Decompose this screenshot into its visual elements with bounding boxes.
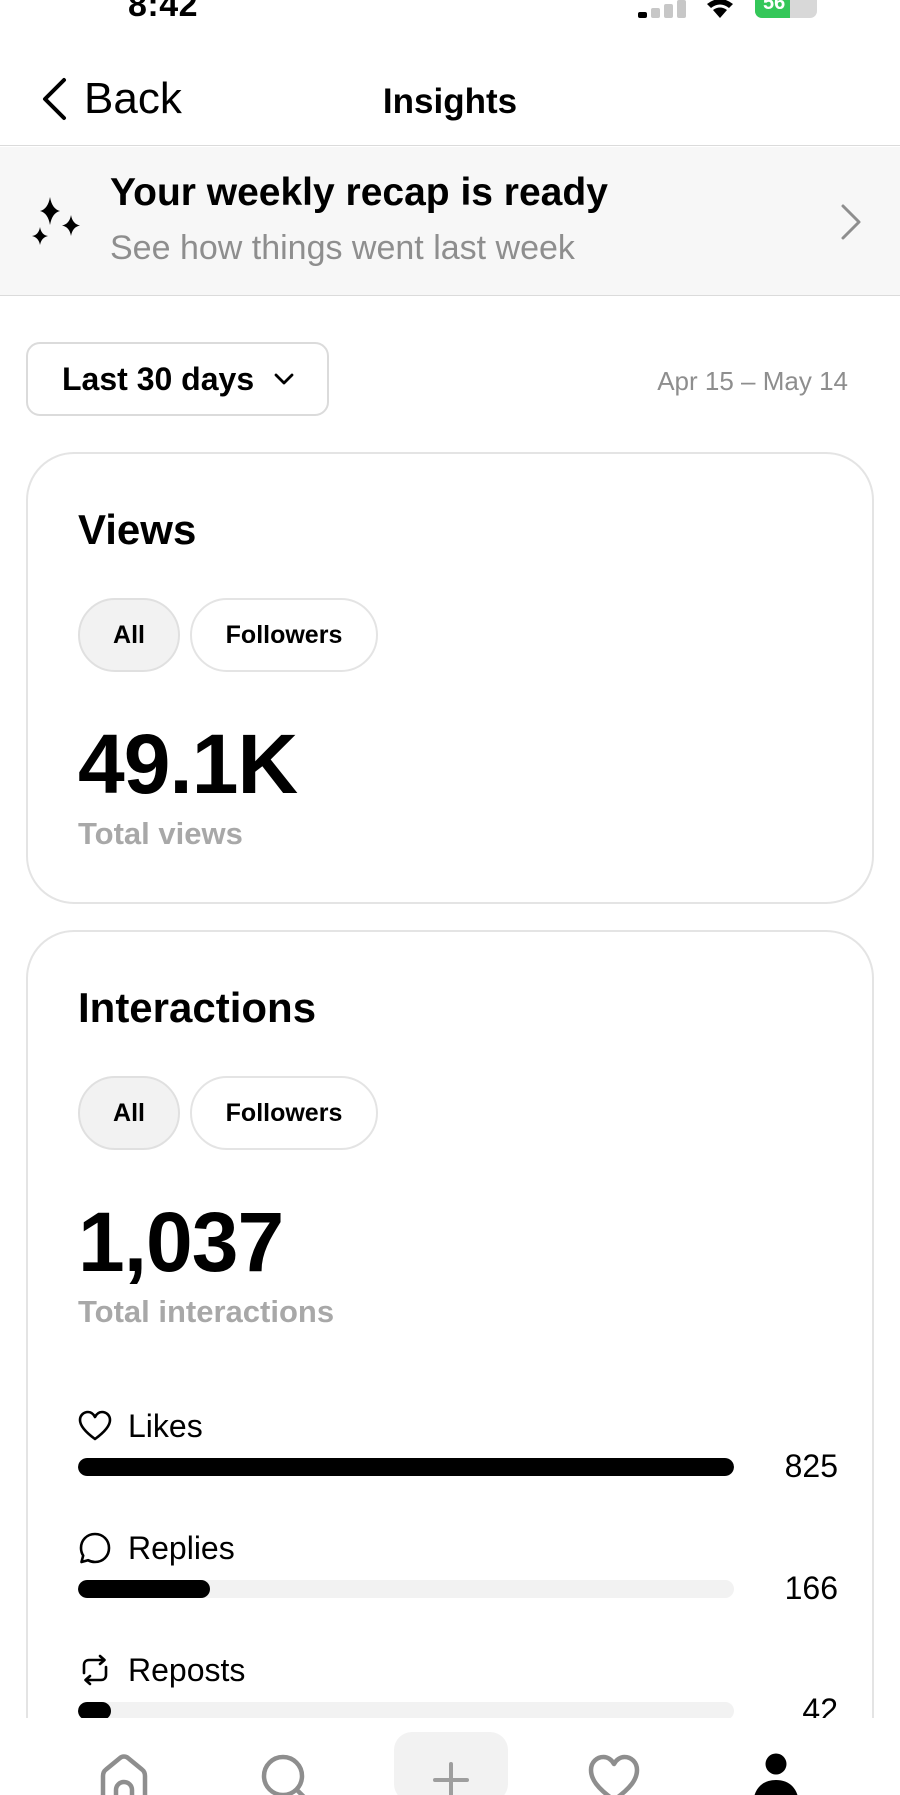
recap-title: Your weekly recap is ready	[110, 171, 608, 214]
views-filter-all-chip[interactable]: All	[78, 598, 180, 672]
tab-home[interactable]	[84, 1718, 164, 1795]
total-interactions-caption: Total interactions	[78, 1294, 335, 1329]
metric-value-likes: 825	[784, 1448, 838, 1484]
interactions-card: Interactions All Followers 1,037 Total i…	[26, 930, 874, 1795]
interactions-filter-all-chip[interactable]: All	[78, 1076, 180, 1150]
page-title: Insights	[382, 82, 518, 121]
metric-track-likes	[78, 1458, 734, 1476]
date-range-label: Last 30 days	[62, 360, 255, 397]
interactions-filter-followers-chip[interactable]: Followers	[190, 1076, 378, 1150]
views-title: Views	[78, 506, 197, 553]
weekly-recap-banner[interactable]: Your weekly recap is ready See how thing…	[0, 147, 900, 296]
date-range-dropdown[interactable]: Last 30 days	[26, 342, 329, 416]
heart-icon	[78, 1410, 112, 1441]
search-icon	[261, 1754, 306, 1795]
metric-label-replies: Replies	[128, 1529, 235, 1566]
plus-icon	[433, 1762, 469, 1795]
heart-icon	[588, 1754, 640, 1795]
metric-bar-likes	[78, 1458, 734, 1476]
total-views-value: 49.1K	[78, 717, 298, 811]
tab-activity[interactable]	[574, 1718, 654, 1795]
metric-label-reposts: Reposts	[128, 1651, 246, 1688]
interactions-title: Interactions	[78, 984, 317, 1031]
metric-row-likes: Likes 825	[78, 1408, 838, 1518]
status-bar: 8:42 56	[0, 0, 900, 30]
repost-icon	[82, 1654, 108, 1686]
total-interactions-value: 1,037	[78, 1195, 284, 1289]
tab-profile[interactable]	[736, 1718, 816, 1795]
wifi-icon	[707, 0, 733, 18]
chevron-down-icon	[274, 373, 294, 385]
cellular-signal-icon	[638, 0, 686, 18]
chevron-right-icon	[841, 204, 861, 240]
metric-bar-replies	[78, 1580, 210, 1598]
battery-icon: 56	[755, 0, 817, 18]
tab-create[interactable]	[394, 1732, 508, 1795]
profile-icon	[754, 1753, 798, 1795]
comment-icon	[79, 1532, 111, 1564]
home-icon	[100, 1754, 148, 1795]
status-time: 8:42	[128, 0, 199, 24]
metric-track-replies	[78, 1580, 734, 1598]
metric-value-replies: 166	[784, 1570, 838, 1606]
tab-search[interactable]	[246, 1718, 326, 1795]
metric-label-likes: Likes	[128, 1407, 203, 1444]
battery-percent: 56	[763, 0, 786, 14]
bottom-tab-bar	[0, 1718, 900, 1795]
metric-row-replies: Replies 166	[78, 1530, 838, 1640]
sparkles-icon	[32, 197, 80, 245]
total-views-caption: Total views	[78, 816, 243, 851]
views-card: Views All Followers 49.1K Total views	[26, 452, 874, 904]
views-filter-followers-chip[interactable]: Followers	[190, 598, 378, 672]
recap-subtitle: See how things went last week	[110, 229, 575, 267]
nav-header: Back Insights	[0, 60, 900, 146]
date-range-text: Apr 15 – May 14	[657, 366, 848, 396]
